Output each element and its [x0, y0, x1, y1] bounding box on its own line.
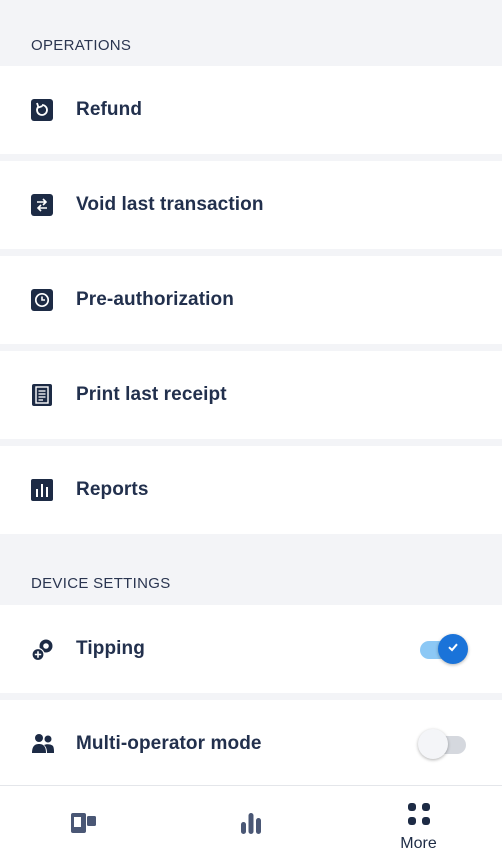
multi-operator-mode-label: Multi-operator mode [76, 733, 262, 754]
bar-chart-icon [238, 811, 264, 840]
reports-row[interactable]: Reports [0, 446, 502, 534]
refund-icon [31, 99, 53, 121]
nav-item-more[interactable]: More [335, 786, 502, 868]
nav-item-more-label: More [400, 834, 437, 852]
checkmark-icon [446, 640, 460, 659]
reports-label: Reports [76, 479, 149, 500]
device-settings-header: DEVICE SETTINGS [31, 575, 171, 592]
reports-icon [31, 479, 53, 501]
void-last-transaction-row[interactable]: Void last transaction [0, 161, 502, 249]
nav-item-reports[interactable] [167, 786, 334, 868]
refund-row[interactable]: Refund [0, 66, 502, 154]
operations-header: OPERATIONS [31, 37, 132, 54]
multi-operator-mode-row: Multi-operator mode [0, 700, 502, 788]
terminal-icon [70, 811, 98, 840]
pre-authorization-row[interactable]: Pre-authorization [0, 256, 502, 344]
clock-icon [31, 289, 53, 311]
tipping-row: Tipping [0, 605, 502, 693]
multi-operator-mode-toggle-knob [418, 729, 448, 759]
tipping-icon [31, 638, 53, 662]
receipt-icon [31, 384, 53, 406]
void-icon [31, 194, 53, 216]
bottom-nav: More [0, 785, 502, 868]
refund-label: Refund [76, 99, 143, 120]
void-last-transaction-label: Void last transaction [76, 194, 264, 215]
tipping-toggle[interactable] [418, 633, 468, 665]
multi-operator-mode-toggle[interactable] [418, 728, 466, 760]
pre-authorization-label: Pre-authorization [76, 289, 234, 310]
tipping-label: Tipping [76, 638, 145, 659]
print-last-receipt-row[interactable]: Print last receipt [0, 351, 502, 439]
print-last-receipt-label: Print last receipt [76, 384, 227, 405]
nav-item-terminal[interactable] [0, 786, 167, 868]
grid-icon [407, 802, 431, 831]
tipping-toggle-knob [438, 634, 468, 664]
operators-icon [31, 733, 54, 755]
